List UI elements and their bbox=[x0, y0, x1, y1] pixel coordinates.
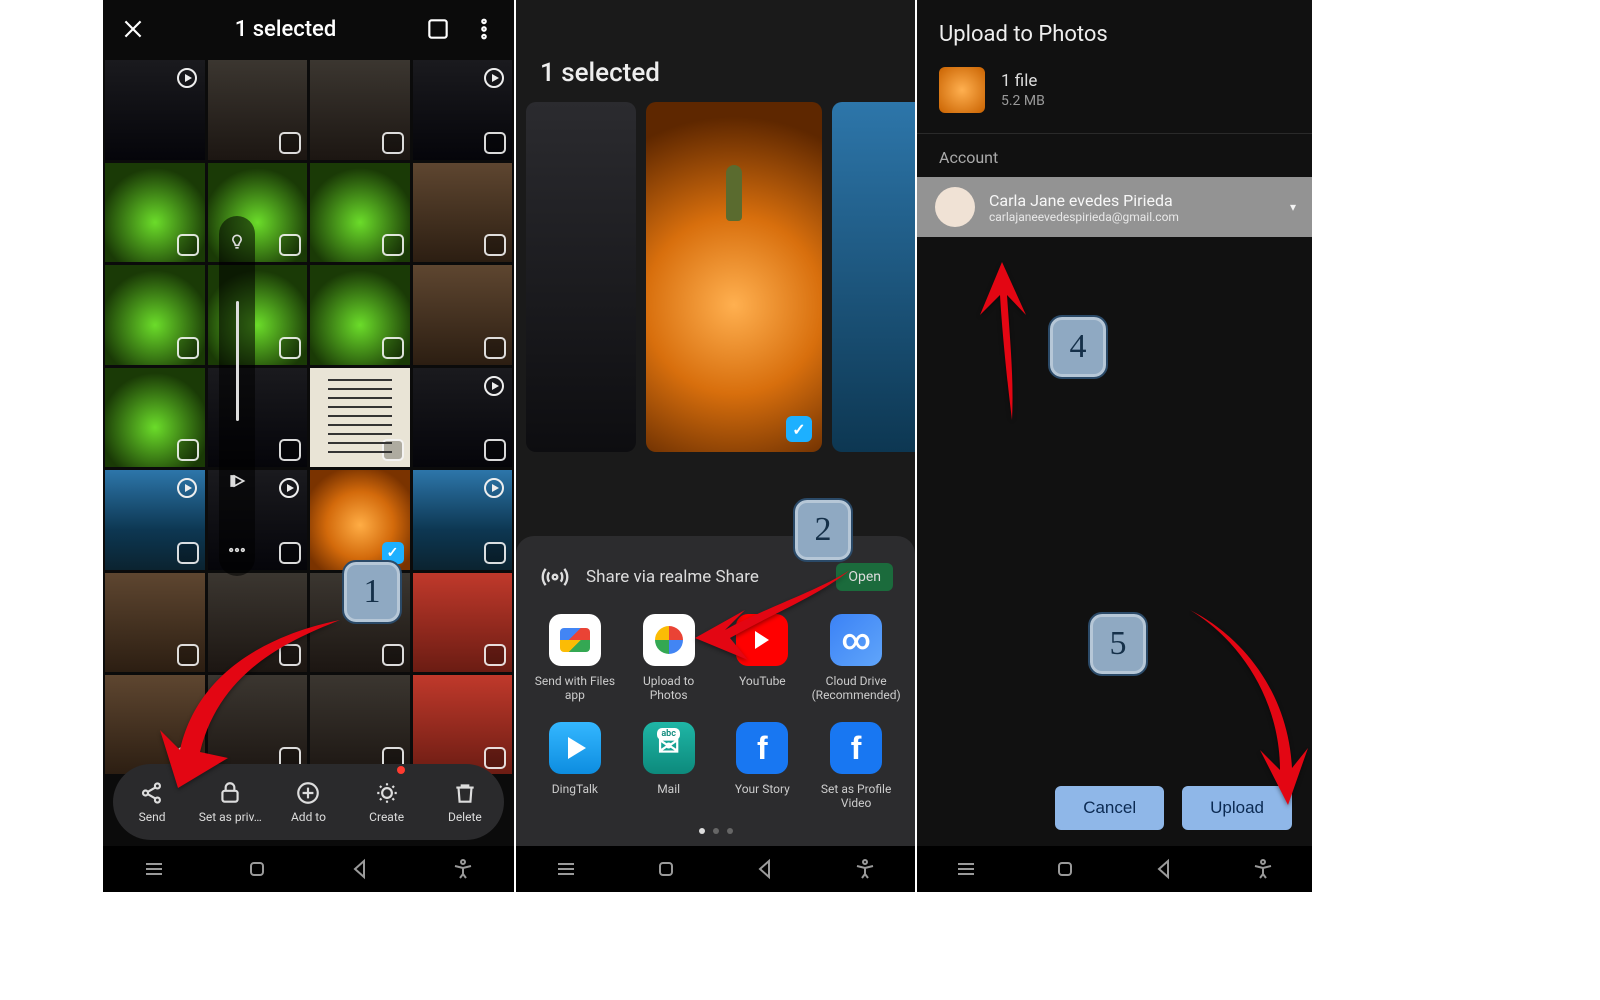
grid-cell[interactable] bbox=[310, 265, 410, 365]
account-label: Account bbox=[917, 148, 1312, 177]
grid-cell[interactable] bbox=[105, 470, 205, 570]
divider bbox=[917, 133, 1312, 134]
arrow-5 bbox=[1170, 600, 1310, 814]
android-nav bbox=[516, 846, 915, 892]
create-label: Create bbox=[369, 810, 404, 824]
app-your-story[interactable]: Your Story bbox=[718, 722, 808, 818]
home-icon[interactable] bbox=[238, 858, 276, 880]
recents-icon[interactable] bbox=[547, 858, 585, 880]
gallery-topbar: 1 selected bbox=[103, 0, 514, 58]
app-mail[interactable]: Mail bbox=[624, 722, 714, 818]
upload-file-row: 1 file 5.2 MB bbox=[917, 61, 1312, 133]
share-screen: 1 selected Share via realme Share Open S… bbox=[516, 0, 915, 892]
addto-label: Add to bbox=[291, 810, 326, 824]
grid-cell[interactable] bbox=[105, 265, 205, 365]
recents-icon[interactable] bbox=[947, 858, 985, 880]
android-nav bbox=[103, 846, 514, 892]
preview-thumb[interactable] bbox=[526, 102, 636, 452]
arrow-2 bbox=[690, 560, 860, 684]
page-dots bbox=[530, 818, 901, 836]
recents-icon[interactable] bbox=[135, 858, 173, 880]
file-count: 1 file bbox=[1001, 71, 1045, 91]
preview-thumb-selected[interactable] bbox=[646, 102, 822, 452]
grid-cell[interactable] bbox=[105, 163, 205, 263]
grid-cell[interactable] bbox=[208, 60, 308, 160]
share-preview-row[interactable] bbox=[516, 102, 915, 452]
back-icon[interactable] bbox=[746, 858, 784, 880]
grid-cell[interactable] bbox=[413, 163, 513, 263]
app-profile-video[interactable]: Set as Profile Video bbox=[811, 722, 901, 818]
back-icon[interactable] bbox=[1145, 858, 1183, 880]
close-icon[interactable] bbox=[117, 13, 149, 45]
grid-cell[interactable] bbox=[413, 368, 513, 468]
arrow-4 bbox=[952, 260, 1052, 434]
accessibility-icon[interactable] bbox=[1244, 858, 1282, 880]
grid-cell[interactable] bbox=[413, 573, 513, 673]
send-label: Send bbox=[139, 810, 166, 824]
preview-thumb[interactable] bbox=[832, 102, 915, 452]
gallery-title: 1 selected bbox=[235, 17, 336, 42]
select-all-icon[interactable] bbox=[422, 13, 454, 45]
grid-cell[interactable] bbox=[105, 368, 205, 468]
delete-label: Delete bbox=[448, 810, 482, 824]
share-title: 1 selected bbox=[516, 0, 915, 102]
badge-dot bbox=[397, 766, 405, 774]
account-name: Carla Jane evedes Pirieda bbox=[989, 191, 1179, 210]
file-thumb bbox=[939, 67, 985, 113]
step-1: 1 bbox=[342, 560, 402, 624]
accessibility-icon[interactable] bbox=[444, 858, 482, 880]
more-icon[interactable] bbox=[468, 13, 500, 45]
grid-cell[interactable] bbox=[310, 368, 410, 468]
private-label: Set as priv… bbox=[199, 810, 262, 824]
side-filter-pill[interactable] bbox=[219, 216, 255, 576]
delete-button[interactable]: Delete bbox=[429, 780, 501, 824]
grid-cell[interactable] bbox=[310, 163, 410, 263]
grid-cell[interactable] bbox=[413, 675, 513, 774]
accessibility-icon[interactable] bbox=[846, 858, 884, 880]
grid-cell[interactable] bbox=[413, 60, 513, 160]
grid-cell[interactable] bbox=[413, 265, 513, 365]
app-files[interactable]: Send with Files app bbox=[530, 614, 620, 710]
step-5: 5 bbox=[1088, 612, 1148, 676]
broadcast-icon bbox=[538, 560, 572, 594]
account-picker[interactable]: Carla Jane evedes Pirieda carlajaneevede… bbox=[917, 177, 1312, 237]
step-4: 4 bbox=[1048, 315, 1108, 379]
upload-title: Upload to Photos bbox=[917, 0, 1312, 61]
grid-cell[interactable] bbox=[413, 470, 513, 570]
app-dingtalk[interactable]: DingTalk bbox=[530, 722, 620, 818]
arrow-1 bbox=[140, 600, 350, 804]
home-icon[interactable] bbox=[1046, 858, 1084, 880]
back-icon[interactable] bbox=[341, 858, 379, 880]
android-nav bbox=[917, 846, 1312, 892]
file-size: 5.2 MB bbox=[1001, 93, 1045, 109]
grid-cell-selected[interactable] bbox=[310, 470, 410, 570]
grid-cell[interactable] bbox=[105, 60, 205, 160]
step-2: 2 bbox=[793, 498, 853, 562]
account-email: carlajaneevedespirieda@gmail.com bbox=[989, 210, 1179, 224]
create-button[interactable]: Create bbox=[351, 780, 423, 824]
home-icon[interactable] bbox=[647, 858, 685, 880]
avatar bbox=[935, 187, 975, 227]
grid-cell[interactable] bbox=[310, 60, 410, 160]
chevron-down-icon: ▾ bbox=[1290, 200, 1296, 214]
cancel-button[interactable]: Cancel bbox=[1055, 786, 1164, 830]
